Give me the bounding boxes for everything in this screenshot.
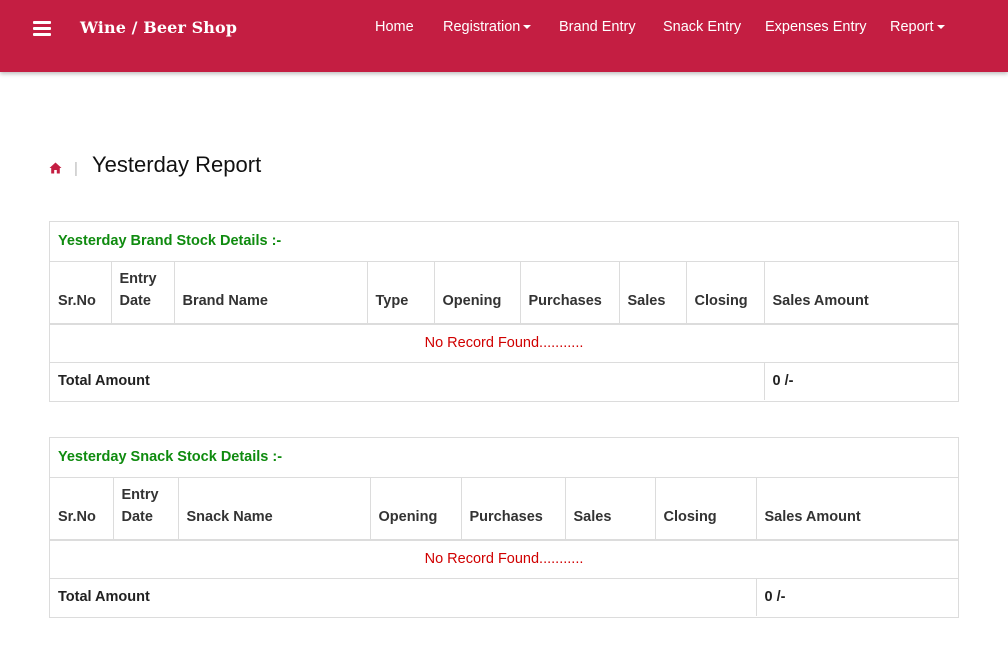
nav-links: Home Registration Brand Entry Snack Entr… — [0, 19, 1008, 39]
caret-down-icon — [936, 25, 945, 30]
empty-message: No Record Found........... — [50, 324, 958, 363]
nav-home-link[interactable]: Home — [375, 19, 414, 35]
snack-stock-table: Sr.No Entry Date Snack Name Opening Purc… — [50, 478, 958, 616]
column-header: Sales Amount — [772, 293, 869, 309]
column-header: Brand Name — [174, 262, 368, 324]
table-header-row: Sr.No Entry Date Brand Name Type Opening… — [50, 262, 958, 324]
column-header: Sr.No — [50, 478, 114, 540]
column-header: Entry Date — [111, 262, 175, 324]
total-label: Total Amount — [50, 362, 765, 400]
brand-stock-panel: Yesterday Brand Stock Details :- Sr.No E… — [49, 221, 959, 402]
column-header: Opening — [434, 262, 521, 324]
nav-report-dropdown[interactable]: Report — [890, 19, 945, 35]
snack-panel-heading: Yesterday Snack Stock Details :- — [50, 438, 958, 478]
nav-report-label: Report — [890, 19, 934, 35]
empty-message: No Record Found........... — [50, 540, 958, 579]
column-header: Snack Name — [178, 478, 371, 540]
column-header: Purchases — [520, 262, 620, 324]
column-header: Sr.No — [50, 262, 112, 324]
column-header: Entry Date — [113, 478, 179, 540]
column-header: Closing — [686, 262, 765, 324]
column-header: Sales — [565, 478, 656, 540]
home-icon[interactable] — [49, 162, 62, 174]
caret-down-icon — [523, 25, 532, 30]
nav-expenses-entry-link[interactable]: Expenses Entry — [765, 19, 867, 35]
total-label: Total Amount — [50, 578, 757, 616]
nav-snack-entry-link[interactable]: Snack Entry — [663, 19, 741, 35]
brand-stock-table: Sr.No Entry Date Brand Name Type Opening… — [50, 262, 958, 400]
column-header: Closing — [655, 478, 757, 540]
snack-stock-panel: Yesterday Snack Stock Details :- Sr.No E… — [49, 437, 959, 618]
column-header: Sales Amount — [764, 509, 861, 525]
nav-brand-entry-link[interactable]: Brand Entry — [559, 19, 636, 35]
top-navbar: Wine / Beer Shop Home Registration Brand… — [0, 0, 1008, 72]
total-row: Total Amount 0 /- — [50, 362, 958, 400]
nav-registration-label: Registration — [443, 19, 521, 35]
table-row: No Record Found........... — [50, 540, 958, 579]
breadcrumb-separator: | — [74, 160, 78, 177]
column-header: Opening — [370, 478, 462, 540]
table-row: No Record Found........... — [50, 324, 958, 363]
total-row: Total Amount 0 /- — [50, 578, 958, 616]
total-value: 0 /- — [764, 589, 786, 606]
column-header: Sales — [619, 262, 687, 324]
total-value: 0 /- — [772, 373, 794, 390]
page-title: Yesterday Report — [92, 152, 262, 177]
brand-panel-heading: Yesterday Brand Stock Details :- — [50, 222, 958, 262]
column-header: Type — [367, 262, 435, 324]
nav-registration-dropdown[interactable]: Registration — [443, 19, 532, 35]
column-header: Purchases — [461, 478, 566, 540]
table-header-row: Sr.No Entry Date Snack Name Opening Purc… — [50, 478, 958, 540]
